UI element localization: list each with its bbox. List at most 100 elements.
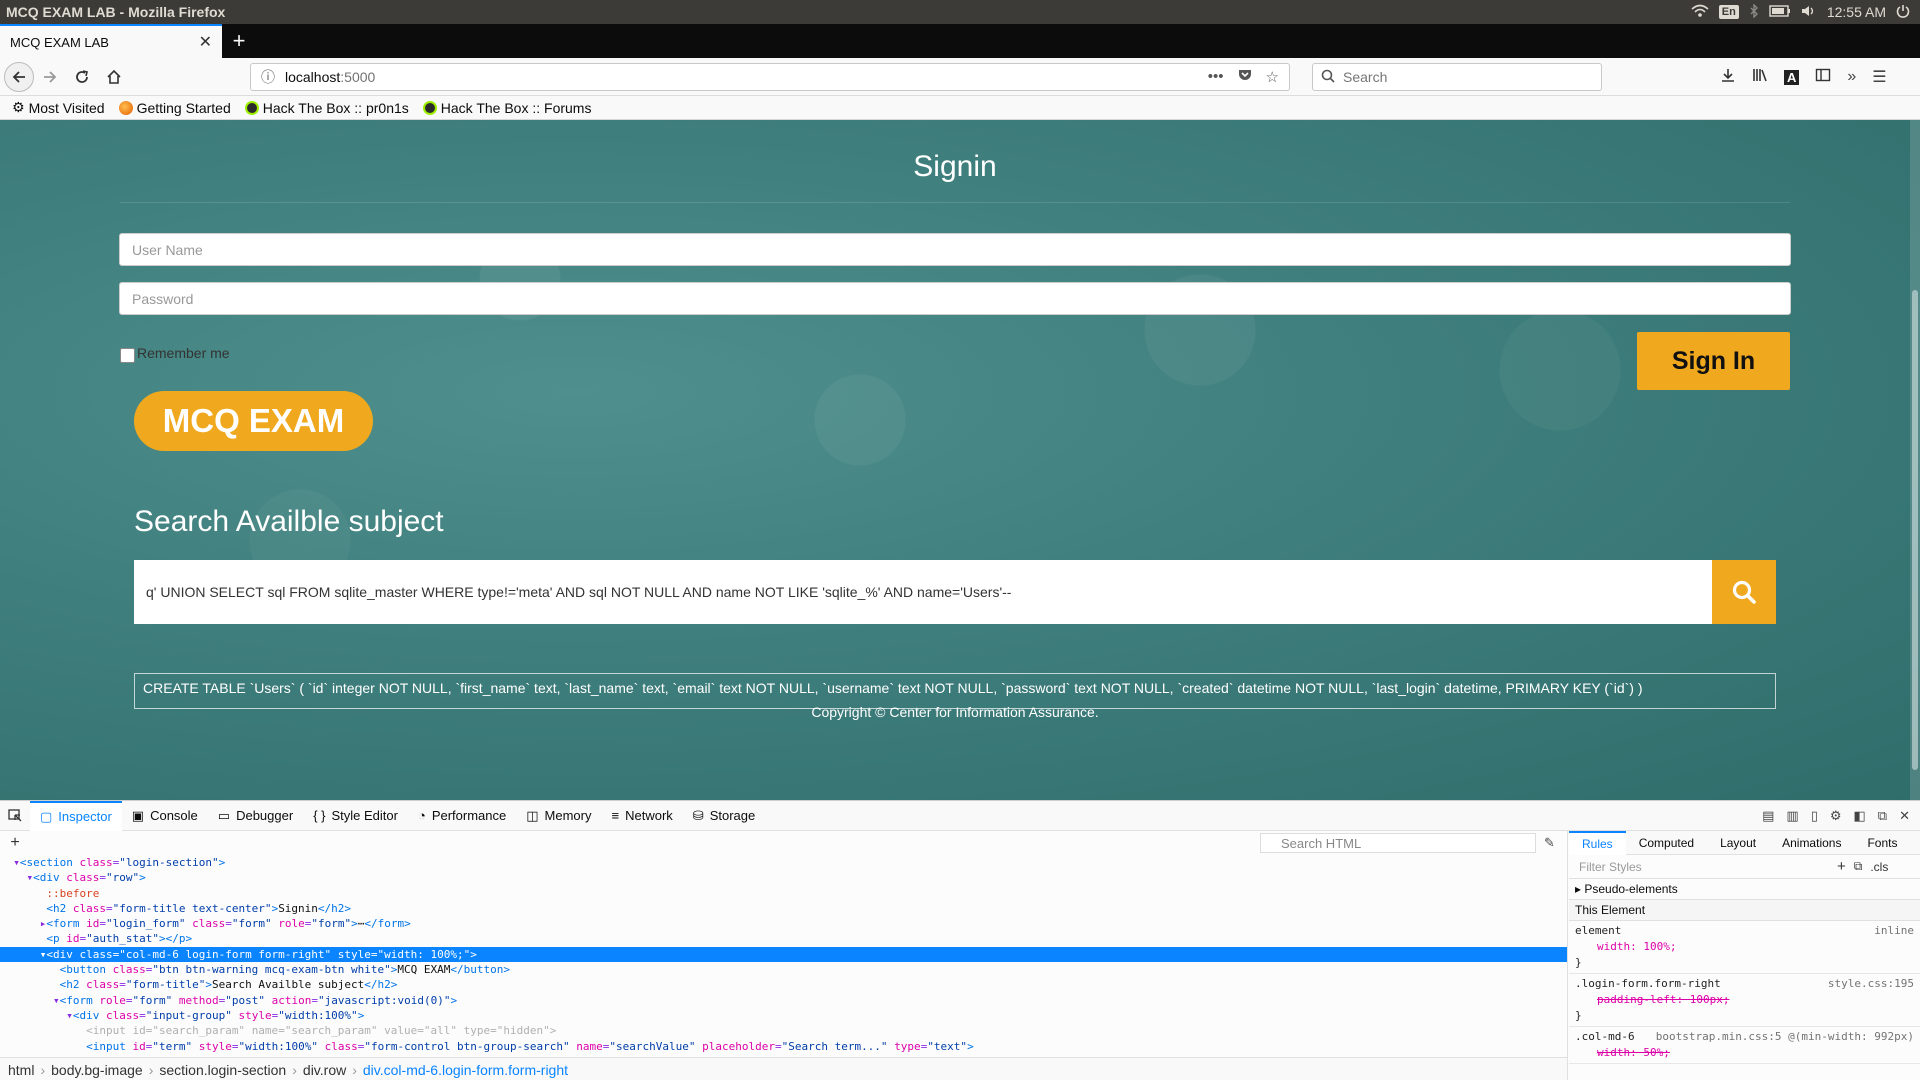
breadcrumb-item[interactable]: section.login-section	[159, 1062, 286, 1078]
rule-close-brace: }	[1575, 956, 1582, 969]
dock-side-icon[interactable]: ◧	[1854, 808, 1866, 824]
close-devtools-icon[interactable]: ✕	[1899, 808, 1910, 824]
rule-source-link[interactable]: bootstrap.min.css:5 @(min-width: 992px)	[1656, 1029, 1914, 1045]
element-picker-icon[interactable]	[0, 808, 30, 823]
rule-property-overridden[interactable]: width: 50%;	[1575, 1045, 1914, 1061]
overflow-chevron-icon[interactable]: »	[1847, 68, 1856, 86]
clock[interactable]: 12:55 AM	[1827, 4, 1886, 20]
tree-node[interactable]: <p id="auth_stat"></p>	[0, 931, 1567, 946]
tab-console[interactable]: ▣ Console	[122, 801, 208, 831]
sign-in-button[interactable]: Sign In	[1637, 332, 1790, 390]
bookmark-htb-profile[interactable]: Hack The Box :: pr0n1s	[244, 100, 409, 116]
remember-me[interactable]: Remember me	[120, 342, 230, 363]
tab-performance[interactable]: ◔ Performance	[408, 801, 516, 831]
os-top-bar: MCQ EXAM LAB - Mozilla Firefox En 12:55 …	[0, 0, 1920, 24]
power-icon[interactable]	[1896, 4, 1910, 21]
search-icon	[1321, 69, 1335, 86]
url-bar[interactable]: ⓘ localhost:5000 ••• ☆	[250, 63, 1290, 91]
breadcrumb-item[interactable]: body.bg-image	[51, 1062, 143, 1078]
cls-toggle[interactable]: .cls	[1870, 860, 1888, 874]
rule-source-link[interactable]: style.css:195	[1828, 976, 1914, 992]
menu-hamburger-icon[interactable]: ☰	[1872, 67, 1886, 87]
tab-rules[interactable]: Rules	[1569, 831, 1626, 855]
wifi-icon[interactable]	[1691, 4, 1709, 21]
breadcrumb-separator: ›	[40, 1061, 46, 1078]
mcq-exam-button[interactable]: MCQ EXAM	[134, 391, 373, 451]
subject-search-button[interactable]	[1712, 560, 1776, 624]
tab-inspector[interactable]: ▢ Inspector	[30, 800, 122, 831]
volume-icon[interactable]	[1801, 4, 1817, 21]
back-button[interactable]	[4, 61, 34, 92]
add-node-icon[interactable]: +	[0, 834, 30, 852]
tab-animations[interactable]: Animations	[1769, 831, 1854, 855]
tree-node[interactable]: <input id="term" style="width:100%" clas…	[0, 1039, 1567, 1054]
close-tab-icon[interactable]: ✕	[199, 32, 212, 52]
tree-node[interactable]: ▾<form role="form" method="post" action=…	[0, 993, 1567, 1008]
pocket-icon[interactable]	[1238, 68, 1252, 86]
page-scrollbar[interactable]	[1910, 120, 1920, 800]
library-icon[interactable]	[1752, 67, 1768, 88]
sidebar-icon[interactable]	[1815, 67, 1831, 88]
screenshot-icon[interactable]: ▯	[1811, 808, 1818, 824]
username-field[interactable]: User Name	[119, 233, 1791, 266]
browser-tab[interactable]: MCQ EXAM LAB ✕	[0, 24, 222, 58]
tab-memory[interactable]: ◫ Memory	[516, 801, 601, 831]
tree-node-selected[interactable]: ▾<div class="col-md-6 login-form form-ri…	[0, 946, 1567, 963]
tab-computed[interactable]: Computed	[1626, 831, 1707, 855]
password-field[interactable]: Password	[119, 282, 1791, 315]
tree-node[interactable]: ▾<div class="input-group" style="width:1…	[0, 1008, 1567, 1023]
scrollbar-thumb[interactable]	[1912, 290, 1918, 770]
tree-node[interactable]: <input id="search_param" name="search_pa…	[0, 1023, 1567, 1038]
new-tab-button[interactable]: +	[222, 24, 256, 58]
add-rule-icon[interactable]: +	[1837, 858, 1846, 875]
eyedropper-icon[interactable]: ✎	[1544, 835, 1555, 851]
rule-selector[interactable]: .login-form.form-right	[1575, 976, 1721, 992]
rule-property[interactable]: width: 100%;	[1575, 939, 1914, 955]
responsive-mode-icon[interactable]: ▤	[1762, 808, 1774, 824]
bookmark-htb-forums[interactable]: Hack The Box :: Forums	[422, 100, 591, 116]
home-button[interactable]	[98, 61, 130, 93]
search-html-input[interactable]: Search HTML	[1260, 833, 1536, 853]
filter-styles-input[interactable]: Filter Styles	[1579, 860, 1829, 874]
settings-gear-icon[interactable]: ⚙	[1830, 808, 1842, 824]
site-info-icon[interactable]: ⓘ	[261, 67, 275, 87]
toggle-pseudo-class-icon[interactable]: ⧉	[1854, 859, 1863, 874]
tree-node[interactable]: <h2 class="form-title">Search Availble s…	[0, 977, 1567, 992]
bookmark-getting-started[interactable]: Getting Started	[118, 100, 231, 116]
tree-node[interactable]: ▸<form id="login_form" class="form" role…	[0, 916, 1567, 931]
bookmark-most-visited[interactable]: ⚙ Most Visited	[12, 99, 105, 116]
breadcrumb-item-active[interactable]: div.col-md-6.login-form.form-right	[363, 1062, 568, 1078]
tree-node[interactable]: <h2 class="form-title text-center">Signi…	[0, 901, 1567, 916]
reader-a-icon[interactable]: A	[1784, 69, 1800, 85]
breadcrumb-item[interactable]: html	[8, 1062, 34, 1078]
page-actions-icon[interactable]: •••	[1208, 68, 1224, 86]
subject-search-input[interactable]: q' UNION SELECT sql FROM sqlite_master W…	[134, 560, 1712, 624]
rule-property-overridden[interactable]: padding-left: 100px;	[1575, 992, 1914, 1008]
firefox-icon	[118, 100, 133, 115]
forward-button[interactable]	[34, 61, 66, 93]
tab-network[interactable]: ≡ Network	[602, 801, 683, 831]
bookmark-star-icon[interactable]: ☆	[1266, 68, 1279, 86]
tree-node[interactable]: ::before	[0, 886, 1567, 901]
browser-search-box[interactable]: Search	[1312, 63, 1602, 91]
pseudo-elements-toggle[interactable]: ▸ Pseudo-elements	[1569, 879, 1920, 900]
frame-select-icon[interactable]: ▥	[1786, 808, 1798, 824]
bluetooth-icon[interactable]	[1749, 2, 1759, 21]
battery-icon[interactable]	[1769, 4, 1791, 20]
tab-fonts[interactable]: Fonts	[1854, 831, 1910, 855]
keyboard-language-indicator[interactable]: En	[1718, 5, 1739, 19]
tab-storage[interactable]: ⛁ Storage	[683, 801, 765, 831]
tree-node[interactable]: ▾<div class="row">	[0, 870, 1567, 885]
rule-selector[interactable]: .col-md-6	[1575, 1029, 1635, 1045]
reload-button[interactable]	[66, 61, 98, 93]
tab-debugger[interactable]: ▭ Debugger	[208, 801, 303, 831]
remember-me-checkbox[interactable]	[120, 348, 135, 363]
downloads-icon[interactable]	[1720, 67, 1736, 88]
tree-node[interactable]: ▾<section class="login-section">	[0, 855, 1567, 870]
tab-style-editor[interactable]: { } Style Editor	[303, 801, 408, 831]
tree-node[interactable]: <button class="btn btn-warning mcq-exam-…	[0, 962, 1567, 977]
undock-icon[interactable]: ⧉	[1878, 808, 1887, 824]
tab-layout[interactable]: Layout	[1707, 831, 1769, 855]
breadcrumb-item[interactable]: div.row	[303, 1062, 346, 1078]
rule-selector[interactable]: element	[1575, 923, 1621, 939]
